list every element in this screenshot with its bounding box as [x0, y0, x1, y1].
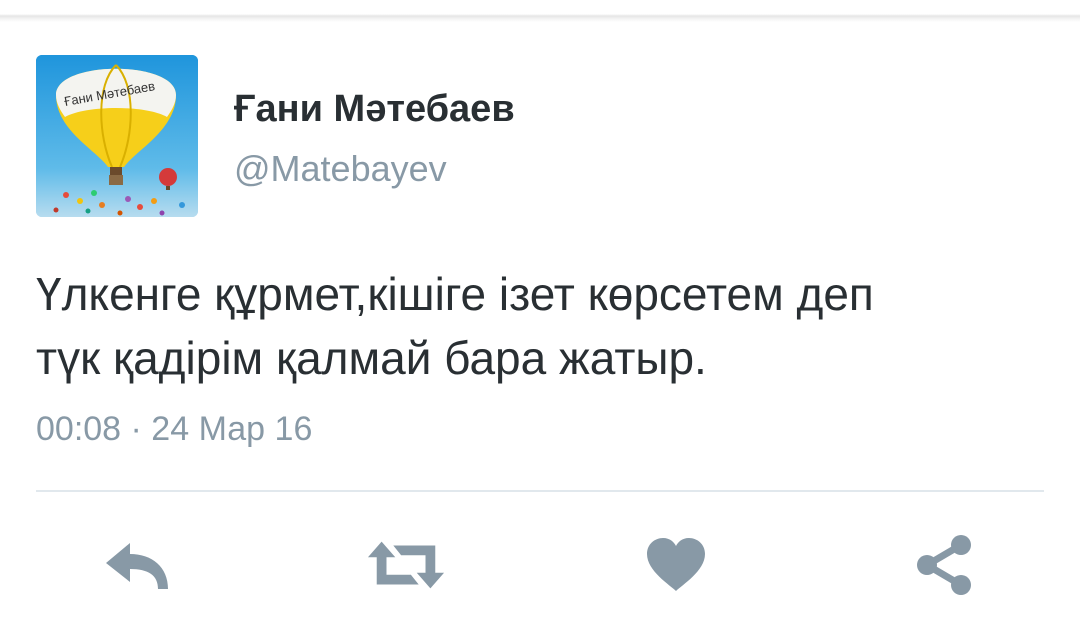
display-name[interactable]: Ғани Мәтебаев: [234, 88, 515, 131]
retweet-icon: [367, 541, 445, 589]
tweet-detail-view: Ғани Мәтебаев Ғани Мәтебаев @Matebayev Ү…: [0, 0, 1080, 636]
avatar[interactable]: Ғани Мәтебаев: [36, 55, 198, 217]
heart-icon: [647, 538, 705, 591]
retweet-button[interactable]: [366, 530, 446, 600]
top-bar-shadow: [0, 0, 1080, 22]
tweet-text-line: түк қадірім қалмай бара жатыр.: [36, 332, 707, 384]
avatar-balloon-image: Ғани Мәтебаев: [36, 55, 198, 217]
share-button[interactable]: [904, 530, 984, 600]
tweet-timestamp: 00:08 · 24 Мар 16: [36, 410, 313, 448]
tweet-text-line: Үлкенге құрмет,кішіге ізет көрсетем деп: [36, 268, 874, 320]
like-button[interactable]: [636, 530, 716, 600]
share-icon: [917, 535, 971, 595]
tweet-text: Үлкенге құрмет,кішіге ізет көрсетем деп …: [36, 262, 1046, 390]
reply-icon: [106, 543, 168, 589]
reply-button[interactable]: [96, 530, 176, 600]
divider: [36, 490, 1044, 492]
user-handle[interactable]: @Matebayev: [234, 148, 447, 190]
